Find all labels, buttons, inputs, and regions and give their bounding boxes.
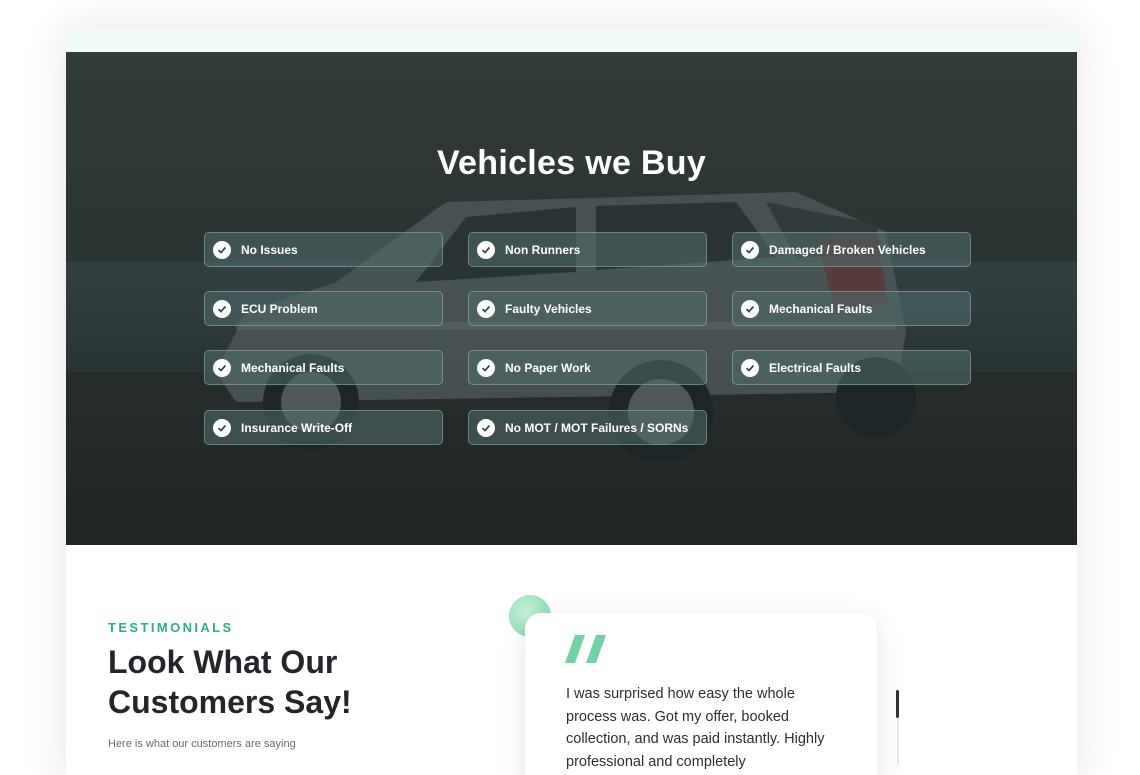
- vehicle-type-label: No MOT / MOT Failures / SORNs: [505, 420, 689, 435]
- vehicle-type-label: Mechanical Faults: [769, 301, 873, 316]
- check-circle-icon: [477, 299, 495, 318]
- vehicle-type-chip: ECU Problem: [204, 291, 443, 326]
- vehicle-type-label: Non Runners: [505, 242, 581, 257]
- vehicle-type-chip: Mechanical Faults: [204, 350, 443, 385]
- vehicle-type-label: No Issues: [241, 242, 298, 257]
- vehicle-type-chip: Insurance Write-Off: [204, 410, 443, 445]
- testimonials-heading: Look What Our Customers Say!: [108, 644, 352, 720]
- check-circle-icon: [477, 418, 495, 437]
- check-circle-icon: [477, 240, 495, 259]
- testimonials-subtext: Here is what our customers are saying: [108, 738, 296, 750]
- vehicle-type-label: ECU Problem: [241, 301, 318, 316]
- quote-icon: [565, 635, 609, 670]
- vehicle-type-label: Faulty Vehicles: [505, 301, 592, 316]
- vehicle-type-chip: No Paper Work: [468, 350, 707, 385]
- vehicle-type-chip: Mechanical Faults: [732, 291, 971, 326]
- vehicle-type-label: Damaged / Broken Vehicles: [769, 242, 926, 257]
- check-circle-icon: [213, 240, 231, 259]
- vehicles-hero-section: Vehicles we Buy No Issues Non Runners Da…: [66, 52, 1077, 545]
- vehicle-type-label: No Paper Work: [505, 360, 591, 375]
- vehicle-type-chip: Damaged / Broken Vehicles: [732, 232, 971, 267]
- vehicle-type-label: Mechanical Faults: [241, 360, 345, 375]
- vehicle-type-chip: Electrical Faults: [732, 350, 971, 385]
- check-circle-icon: [477, 358, 495, 377]
- vehicle-type-label: Insurance Write-Off: [241, 420, 353, 435]
- testimonials-eyebrow: TESTIMONIALS: [108, 620, 234, 635]
- check-circle-icon: [213, 358, 231, 377]
- vehicle-type-chip: Non Runners: [468, 232, 707, 267]
- check-circle-icon: [741, 358, 759, 377]
- check-circle-icon: [741, 240, 759, 259]
- vehicle-type-chip: No MOT / MOT Failures / SORNs: [468, 410, 707, 445]
- carousel-scroll-thumb[interactable]: [896, 690, 899, 718]
- check-circle-icon: [213, 299, 231, 318]
- top-strip: [66, 28, 1077, 52]
- vehicle-type-chip: No Issues: [204, 232, 443, 267]
- testimonial-card: I was surprised how easy the whole proce…: [525, 613, 877, 775]
- check-circle-icon: [741, 299, 759, 318]
- testimonial-quote: I was surprised how easy the whole proce…: [566, 686, 825, 770]
- vehicle-type-label: Electrical Faults: [769, 360, 862, 375]
- vehicle-type-chip: Faulty Vehicles: [468, 291, 707, 326]
- check-circle-icon: [213, 418, 231, 437]
- hero-title: Vehicles we Buy: [436, 144, 707, 182]
